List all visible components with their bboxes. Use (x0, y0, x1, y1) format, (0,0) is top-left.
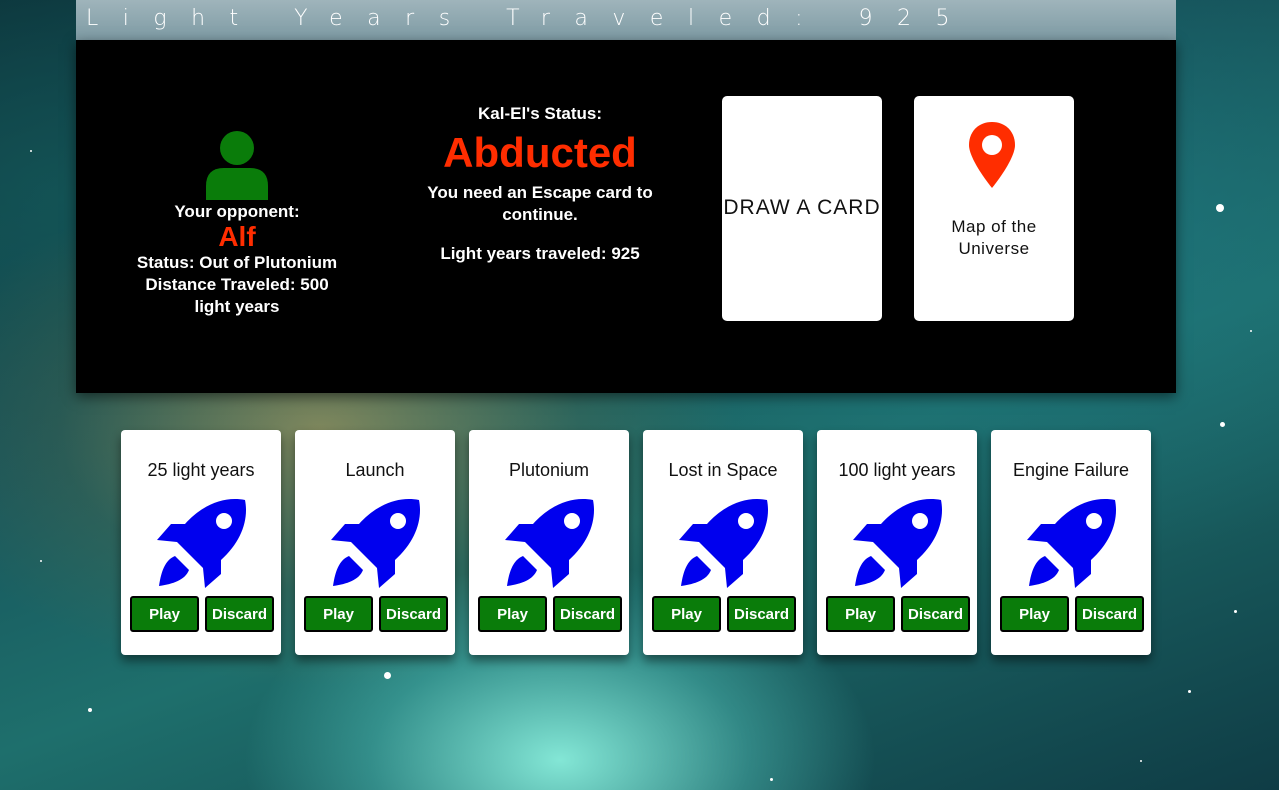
hand-card: 25 light years Play Discard (121, 430, 281, 655)
card-title: Engine Failure (1012, 460, 1130, 480)
play-button[interactable]: Play (130, 596, 199, 632)
play-button[interactable]: Play (304, 596, 373, 632)
opponent-name: Alf (218, 221, 256, 252)
map-of-universe-button[interactable]: Map of the Universe (914, 96, 1074, 321)
card-title: Plutonium (508, 460, 590, 480)
star (1234, 610, 1237, 613)
rocket-icon (331, 499, 420, 588)
rocket-icon (679, 499, 768, 588)
player-status-label: Kal-El's Status: (477, 104, 602, 123)
star (88, 708, 92, 712)
card-title: Launch (345, 460, 405, 480)
card-title: 25 light years (147, 460, 255, 480)
play-button[interactable]: Play (826, 596, 895, 632)
rocket-icon (157, 499, 246, 588)
star (1188, 690, 1191, 693)
card-title: Lost in Space (668, 460, 778, 480)
star (770, 778, 773, 781)
draw-card-button[interactable]: DRAW A CARD (722, 96, 882, 321)
hand-card: 100 light years Play Discard (817, 430, 977, 655)
rocket-icon (853, 499, 942, 588)
user-icon (206, 131, 268, 200)
game-status-panel: Your opponent: Alf Status: Out of Pluton… (76, 40, 1176, 393)
play-button[interactable]: Play (478, 596, 547, 632)
draw-card-label: DRAW A CARD (723, 196, 881, 219)
hand-card: Plutonium Play Discard (469, 430, 629, 655)
card-title: 100 light years (838, 460, 956, 480)
header-bar: Light Years Traveled: 925 (76, 0, 1176, 40)
star (40, 560, 42, 562)
star (384, 672, 391, 679)
opponent-info: Your opponent: Alf Status: Out of Pluton… (128, 130, 346, 318)
opponent-distance: Distance Traveled: 500 light years (145, 275, 329, 316)
player-status-message: You need an Escape card to continue. (427, 183, 653, 224)
map-label: Map of the Universe (951, 217, 1037, 258)
opponent-status: Status: Out of Plutonium (136, 253, 338, 272)
map-pin-icon (969, 122, 1015, 188)
star (1216, 204, 1224, 212)
rocket-icon (505, 499, 594, 588)
discard-button[interactable]: Discard (901, 596, 970, 632)
hand-card: Engine Failure Play Discard (991, 430, 1151, 655)
star (1140, 760, 1142, 762)
star (1220, 422, 1225, 427)
player-status-value: Abducted (443, 129, 637, 176)
star (30, 150, 32, 152)
play-button[interactable]: Play (652, 596, 721, 632)
play-button[interactable]: Play (1000, 596, 1069, 632)
discard-button[interactable]: Discard (205, 596, 274, 632)
discard-button[interactable]: Discard (1075, 596, 1144, 632)
star (1250, 330, 1252, 332)
discard-button[interactable]: Discard (727, 596, 796, 632)
hand-card: Lost in Space Play Discard (643, 430, 803, 655)
player-status: Kal-El's Status: Abducted You need an Es… (409, 104, 671, 264)
rocket-icon (1027, 499, 1116, 588)
player-light-years: Light years traveled: 925 (440, 244, 640, 263)
discard-button[interactable]: Discard (379, 596, 448, 632)
discard-button[interactable]: Discard (553, 596, 622, 632)
light-years-title: Light Years Traveled: 925 (86, 6, 974, 31)
opponent-label: Your opponent: (174, 202, 300, 221)
hand-card: Launch Play Discard (295, 430, 455, 655)
